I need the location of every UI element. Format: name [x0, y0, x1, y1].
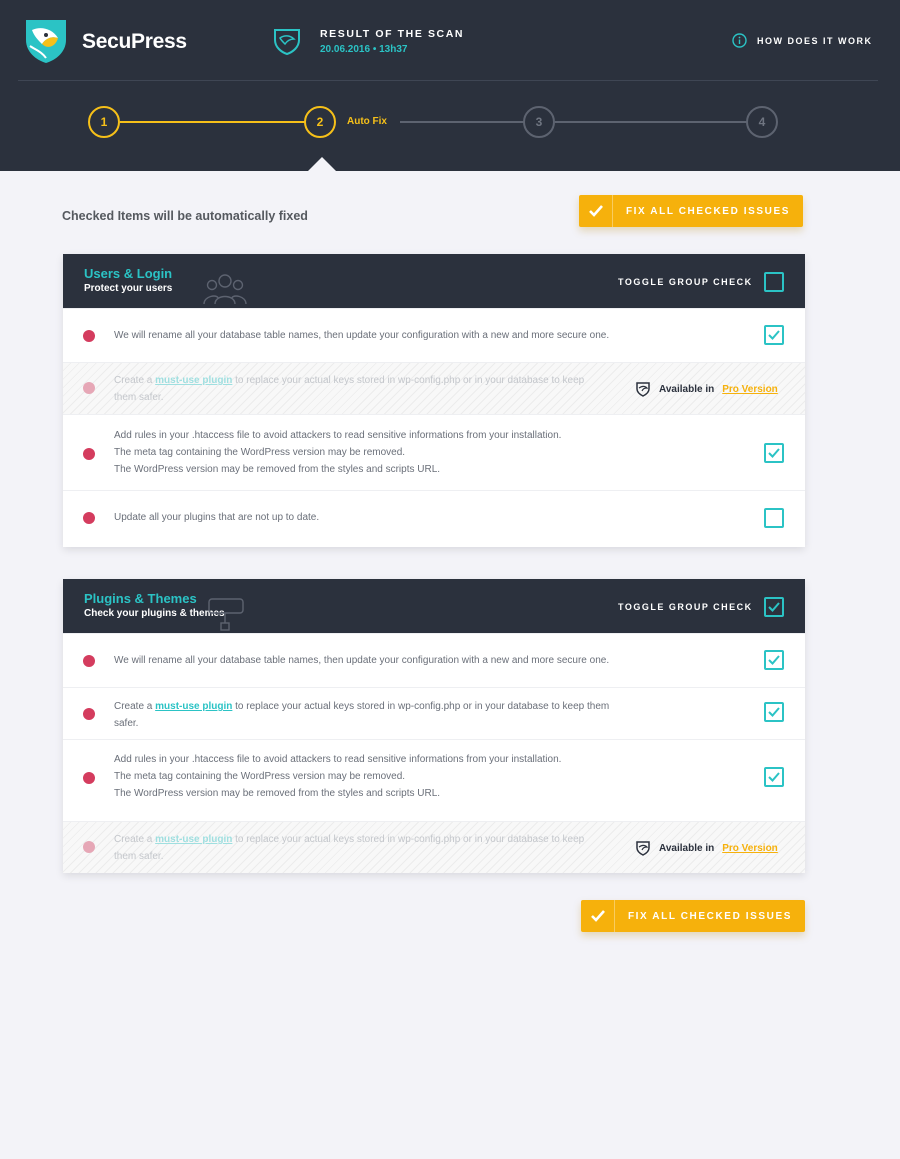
group-plugins-themes: Plugins & Themes Check your plugins & th…	[63, 579, 805, 873]
step-connector	[555, 121, 747, 123]
issue-text: We will rename all your database table n…	[114, 655, 610, 666]
top-header: SecuPress RESULT OF THE SCAN 20.06.2016 …	[0, 0, 900, 171]
available-in-label: Available in	[659, 842, 715, 854]
available-in-label: Available in	[659, 383, 715, 395]
group-users-login: Users & Login Protect your users TOGGLE …	[63, 254, 805, 547]
issue-text: Update all your plugins that are not up …	[114, 512, 320, 523]
issue-row: We will rename all your database table n…	[63, 308, 805, 362]
group-subtitle: Protect your users	[84, 283, 173, 294]
issue-row-pro: Create a must-use plugin to replace your…	[63, 821, 805, 873]
intro-text: Checked Items will be automatically fixe…	[62, 209, 308, 223]
shield-icon	[636, 841, 650, 856]
checkmark-icon	[768, 602, 780, 612]
checkmark-icon	[768, 330, 780, 340]
issue-text: Create a must-use plugin to replace your…	[114, 701, 610, 729]
checkmark-icon	[768, 448, 780, 458]
toggle-group-label: TOGGLE GROUP CHECK	[618, 277, 753, 287]
checkmark-icon	[768, 707, 780, 717]
pro-version-link[interactable]: Pro Version	[722, 843, 778, 854]
issue-text: We will rename all your database table n…	[114, 330, 610, 341]
step-connector	[120, 121, 305, 123]
toggle-group-label: TOGGLE GROUP CHECK	[618, 602, 753, 612]
shield-icon	[636, 382, 650, 397]
fix-all-label: FIX ALL CHECKED ISSUES	[625, 205, 791, 217]
scan-title: RESULT OF THE SCAN	[320, 28, 465, 40]
pro-badge: Available in Pro Version	[635, 381, 778, 397]
issue-row: Update all your plugins that are not up …	[63, 490, 805, 547]
status-dot	[83, 772, 95, 784]
issue-row: We will rename all your database table n…	[63, 633, 805, 687]
issue-text: Add rules in your .htaccess file to avoi…	[114, 754, 562, 799]
fix-all-button-top[interactable]: FIX ALL CHECKED ISSUES	[579, 195, 803, 227]
issue-text: Add rules in your .htaccess file to avoi…	[114, 430, 562, 475]
status-dot	[83, 448, 95, 460]
users-icon	[203, 274, 247, 305]
secupress-logo-icon[interactable]	[22, 16, 70, 64]
issue-checkbox[interactable]	[764, 767, 784, 787]
how-it-works-link[interactable]: HOW DOES IT WORK	[732, 33, 873, 48]
active-step-pointer	[308, 157, 336, 171]
checkmark-icon	[768, 655, 780, 665]
fix-all-label: FIX ALL CHECKED ISSUES	[627, 910, 793, 922]
status-dot	[83, 655, 95, 667]
toggle-group-checkbox[interactable]	[764, 597, 784, 617]
group-header: Users & Login Protect your users TOGGLE …	[63, 254, 805, 308]
status-dot	[83, 330, 95, 342]
step-2-label: Auto Fix	[347, 116, 387, 127]
shield-scan-icon	[274, 29, 300, 56]
pro-version-link[interactable]: Pro Version	[722, 384, 778, 395]
step-3[interactable]: 3	[523, 106, 555, 138]
group-title: Users & Login	[84, 266, 173, 281]
group-title: Plugins & Themes	[84, 591, 197, 606]
scan-date: 20.06.2016 • 13h37	[320, 44, 408, 55]
issue-text: Create a must-use plugin to replace your…	[114, 375, 585, 403]
must-use-plugin-link[interactable]: must-use plugin	[155, 701, 232, 712]
checkmark-icon	[768, 772, 780, 782]
status-dot	[83, 708, 95, 720]
issue-text: Create a must-use plugin to replace your…	[114, 834, 585, 862]
check-icon	[579, 195, 613, 227]
info-icon	[732, 33, 747, 48]
step-connector	[400, 121, 524, 123]
how-it-works-label: HOW DOES IT WORK	[757, 35, 873, 46]
status-dot	[83, 382, 95, 394]
status-dot	[83, 512, 95, 524]
status-dot	[83, 841, 95, 853]
issue-checkbox[interactable]	[764, 508, 784, 528]
issue-row-pro: Create a must-use plugin to replace your…	[63, 362, 805, 414]
issue-row: Create a must-use plugin to replace your…	[63, 687, 805, 739]
check-icon	[581, 900, 615, 932]
issue-row: Add rules in your .htaccess file to avoi…	[63, 739, 805, 821]
group-header: Plugins & Themes Check your plugins & th…	[63, 579, 805, 633]
issue-row: Add rules in your .htaccess file to avoi…	[63, 414, 805, 490]
issue-checkbox[interactable]	[764, 325, 784, 345]
issue-checkbox[interactable]	[764, 650, 784, 670]
issue-checkbox[interactable]	[764, 702, 784, 722]
brand-name: SecuPress	[82, 30, 187, 53]
step-4[interactable]: 4	[746, 106, 778, 138]
pro-badge: Available in Pro Version	[635, 840, 778, 856]
header-divider	[18, 80, 878, 81]
plugin-icon	[208, 598, 244, 631]
toggle-group-checkbox[interactable]	[764, 272, 784, 292]
fix-all-button-bottom[interactable]: FIX ALL CHECKED ISSUES	[581, 900, 805, 932]
step-2[interactable]: 2	[304, 106, 336, 138]
step-1[interactable]: 1	[88, 106, 120, 138]
issue-checkbox[interactable]	[764, 443, 784, 463]
must-use-plugin-link[interactable]: must-use plugin	[155, 834, 232, 845]
must-use-plugin-link[interactable]: must-use plugin	[155, 375, 232, 386]
